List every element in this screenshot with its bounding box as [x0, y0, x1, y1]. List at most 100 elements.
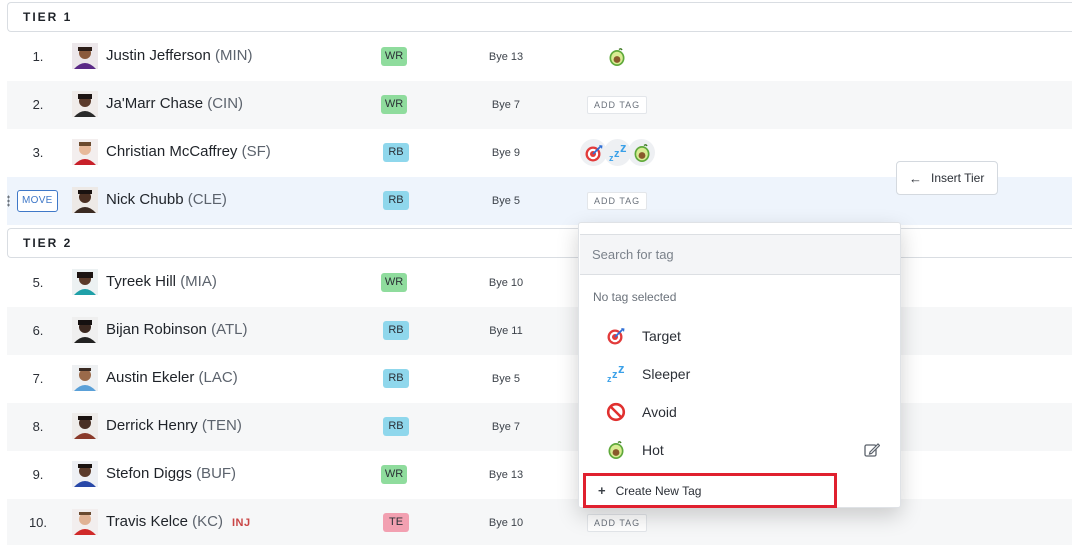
player-name[interactable]: Ja'Marr Chase (CIN) — [106, 81, 243, 129]
player-row[interactable]: 6. Bijan Robinson (ATL) RB Bye 11 — [7, 307, 1072, 355]
player-name-text: Bijan Robinson — [106, 321, 207, 338]
bye-week: Bye 9 — [491, 147, 521, 159]
player-name-text: Stefon Diggs — [106, 465, 192, 482]
tag-search[interactable] — [580, 234, 900, 275]
sleeper-icon — [606, 364, 626, 384]
position-badge: RB — [383, 143, 409, 162]
tier-label: TIER 1 — [23, 10, 73, 24]
arrow-left-icon: ← — [909, 170, 922, 186]
player-name-text: Christian McCaffrey — [106, 143, 238, 160]
avocado-icon[interactable] — [603, 43, 630, 70]
player-avatar — [72, 509, 98, 535]
position-badge: TE — [383, 513, 409, 532]
tier-label: TIER 2 — [23, 236, 73, 250]
tag-search-input[interactable] — [580, 235, 900, 274]
player-name[interactable]: Nick Chubb (CLE) — [106, 177, 227, 225]
player-rank: 9. — [32, 467, 44, 482]
tag-option-target[interactable]: Target — [579, 318, 900, 354]
add-tag-button[interactable]: ADD TAG — [587, 192, 648, 210]
player-row[interactable]: 9. Stefon Diggs (BUF) WR Bye 13 — [7, 451, 1072, 499]
bye-week: Bye 11 — [489, 325, 523, 337]
bye-week: Bye 13 — [488, 51, 524, 63]
player-name-text: Austin Ekeler — [106, 369, 195, 386]
move-button[interactable]: MOVE — [17, 190, 58, 212]
position-badge: RB — [383, 369, 409, 388]
avocado-icon[interactable] — [628, 139, 655, 166]
bye-week: Bye 10 — [488, 277, 524, 289]
player-name[interactable]: Tyreek Hill (MIA) — [106, 259, 217, 307]
player-team: (LAC) — [198, 369, 238, 386]
player-name[interactable]: Christian McCaffrey (SF) — [106, 129, 271, 177]
tier-header-2: TIER 2 — [7, 228, 1072, 258]
player-name-text: Ja'Marr Chase — [106, 95, 204, 112]
player-row[interactable]: 8. Derrick Henry (TEN) RB Bye 7 — [7, 403, 1072, 451]
player-rank: 6. — [32, 323, 44, 338]
player-team: (MIN) — [214, 47, 253, 64]
add-tag-button[interactable]: ADD TAG — [587, 96, 648, 114]
position-badge: WR — [381, 95, 407, 114]
tag-option-label: Target — [642, 328, 681, 344]
player-tags[interactable] — [603, 43, 627, 71]
tag-option-hot[interactable]: Hot — [579, 432, 900, 468]
player-avatar — [72, 269, 98, 295]
position-badge: RB — [383, 417, 409, 436]
player-name[interactable]: Austin Ekeler (LAC) — [106, 355, 238, 403]
position-badge: WR — [381, 465, 407, 484]
avoid-icon — [606, 402, 626, 422]
player-team: (CIN) — [207, 95, 244, 112]
player-row[interactable]: 10. Travis Kelce (KC) INJ TE Bye 10 ADD T… — [7, 499, 1072, 545]
player-name-text: Nick Chubb — [106, 191, 184, 208]
player-row[interactable]: 1. Justin Jefferson (MIN) WR Bye 13 — [7, 33, 1072, 81]
player-name-text: Tyreek Hill — [106, 273, 177, 290]
player-rank: 3. — [32, 145, 44, 160]
player-avatar — [72, 43, 98, 69]
player-name[interactable]: Bijan Robinson (ATL) — [106, 307, 247, 355]
target-icon[interactable] — [580, 139, 607, 166]
insert-tier-button[interactable]: ← Insert Tier — [896, 161, 998, 195]
tag-option-label: Hot — [642, 442, 664, 458]
create-new-tag-button[interactable]: + Create New Tag — [583, 473, 837, 508]
player-avatar — [72, 413, 98, 439]
player-avatar — [72, 317, 98, 343]
player-row[interactable]: 5. Tyreek Hill (MIA) WR Bye 10 — [7, 259, 1072, 307]
player-name[interactable]: Travis Kelce (KC) INJ — [106, 499, 251, 545]
player-avatar — [72, 365, 98, 391]
position-badge: RB — [383, 321, 409, 340]
player-rank: 1. — [32, 49, 44, 64]
tag-option-sleeper[interactable]: Sleeper — [579, 356, 900, 392]
bye-week: Bye 13 — [488, 469, 524, 481]
position-badge: WR — [381, 47, 407, 66]
player-name-text: Derrick Henry — [106, 417, 198, 434]
bye-week: Bye 5 — [491, 195, 521, 207]
player-name-text: Travis Kelce — [106, 513, 188, 530]
tag-option-label: Sleeper — [642, 366, 691, 382]
player-team: (TEN) — [201, 417, 242, 434]
tag-dropdown: No tag selected Target Sleeper Avoid Hot… — [578, 222, 901, 508]
drag-handle-icon[interactable] — [7, 195, 10, 207]
player-rank: 10. — [28, 515, 48, 530]
player-avatar — [72, 461, 98, 487]
player-rank: 7. — [32, 371, 44, 386]
player-row[interactable]: 2. Ja'Marr Chase (CIN) WR Bye 7 ADD TAG — [7, 81, 1072, 129]
player-name[interactable]: Derrick Henry (TEN) — [106, 403, 242, 451]
player-avatar — [72, 91, 98, 117]
player-name[interactable]: Stefon Diggs (BUF) — [106, 451, 236, 499]
player-avatar — [72, 187, 98, 213]
player-row[interactable]: 7. Austin Ekeler (LAC) RB Bye 5 — [7, 355, 1072, 403]
tag-option-avoid[interactable]: Avoid — [579, 394, 900, 430]
bye-week: Bye 10 — [488, 517, 524, 529]
tag-option-label: Avoid — [642, 404, 677, 420]
sleeper-icon[interactable] — [604, 139, 631, 166]
add-tag-button[interactable]: ADD TAG — [587, 514, 648, 532]
bye-week: Bye 7 — [491, 421, 521, 433]
player-team: (MIA) — [180, 273, 217, 290]
player-rank: 2. — [32, 97, 44, 112]
edit-icon[interactable] — [864, 443, 880, 457]
player-team: (ATL) — [211, 321, 248, 338]
player-name[interactable]: Justin Jefferson (MIN) — [106, 33, 252, 81]
plus-icon: + — [598, 483, 606, 498]
player-tags[interactable] — [580, 139, 655, 167]
position-badge: WR — [381, 273, 407, 292]
player-rank: 8. — [32, 419, 44, 434]
bye-week: Bye 7 — [491, 99, 521, 111]
